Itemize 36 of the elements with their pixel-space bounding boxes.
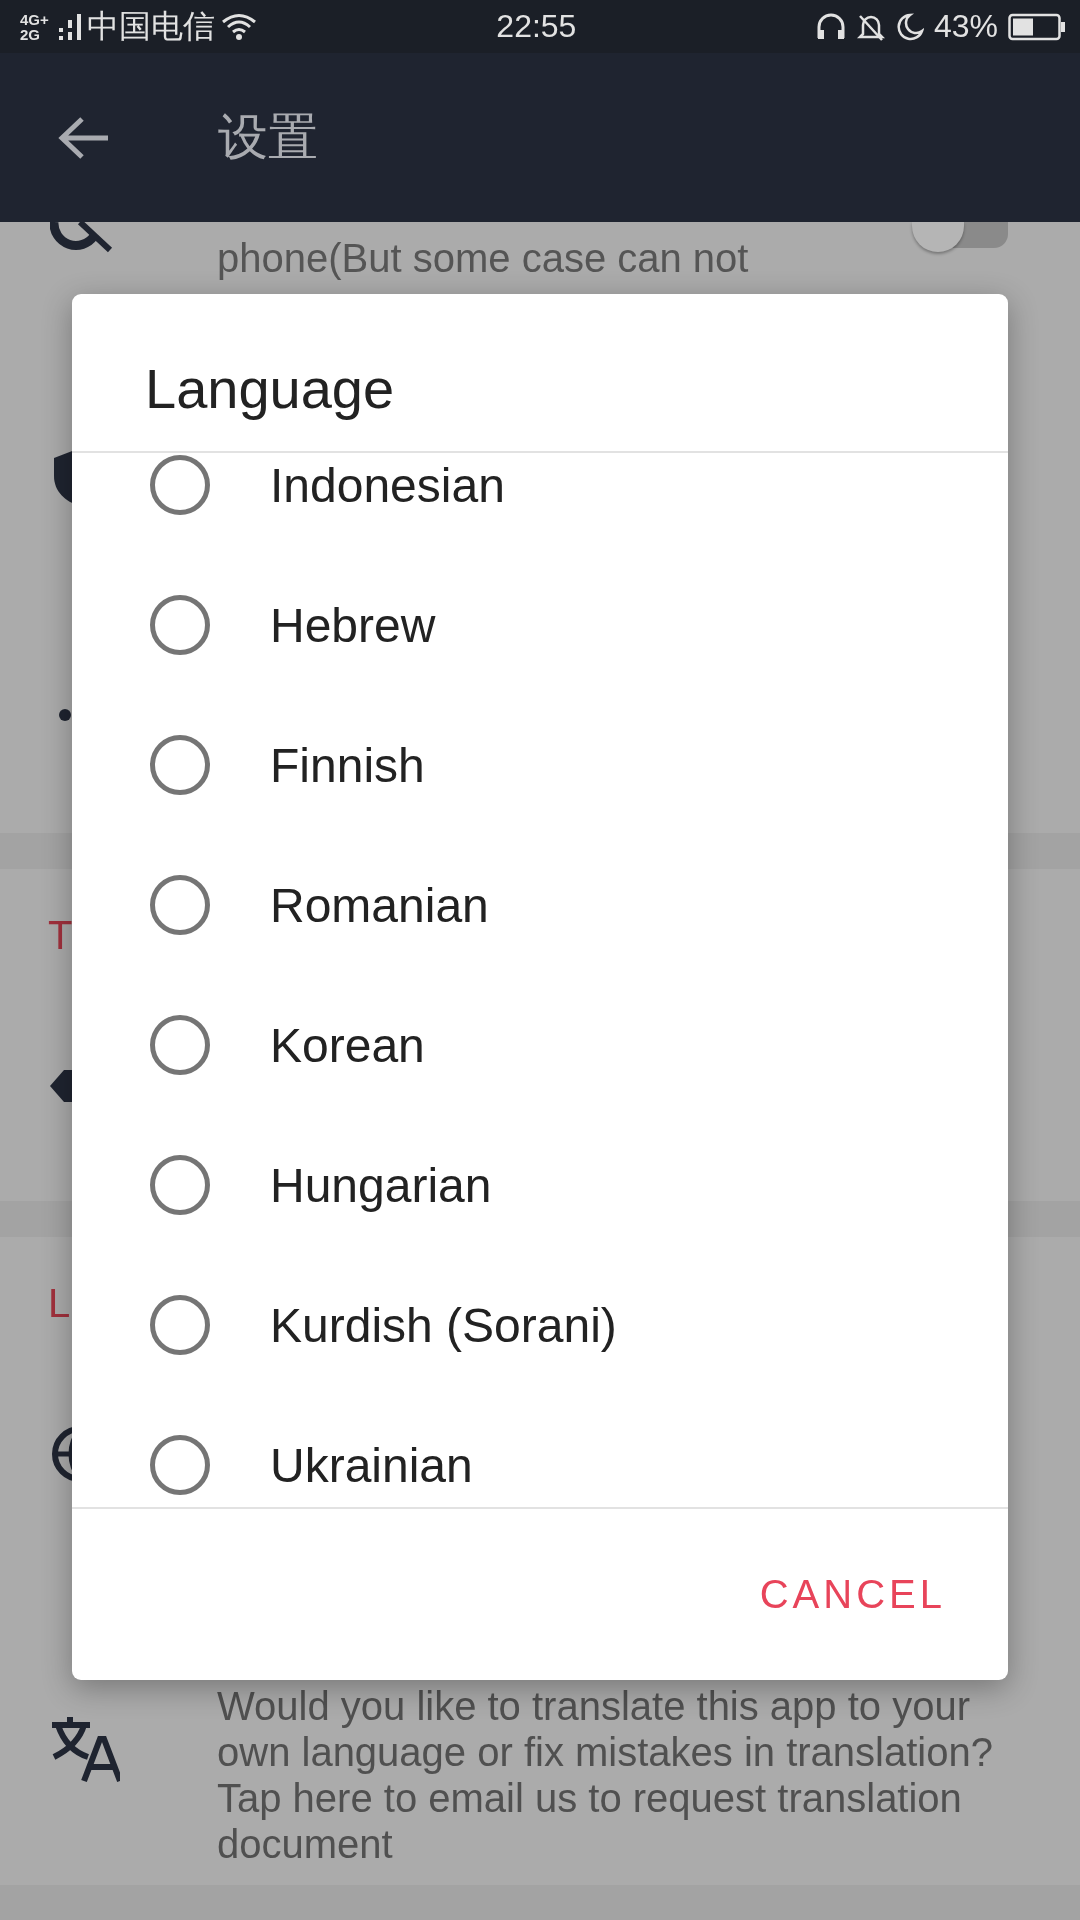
translation-description[interactable]: Would you like to translate this app to your own language or fix mistakes in translation? Tap here to email us to request translation document [217, 1683, 1017, 1867]
network-type: 4G+ [20, 11, 49, 27]
moon-icon [895, 11, 924, 42]
language-option[interactable]: Hungarian [72, 1115, 1008, 1255]
language-option[interactable]: Finnish [72, 695, 1008, 835]
radio-button[interactable] [150, 595, 210, 655]
language-option[interactable]: Korean [72, 975, 1008, 1115]
radio-button[interactable] [150, 1295, 210, 1355]
headphones-icon [815, 11, 846, 42]
network-type: 2G [20, 26, 41, 42]
dialog-title: Language [72, 294, 1008, 453]
bullet-dot [59, 709, 71, 721]
language-option[interactable]: Romanian [72, 835, 1008, 975]
signal-icon [58, 11, 81, 42]
radio-button[interactable] [150, 735, 210, 795]
section-header: T [48, 912, 73, 958]
radio-button[interactable] [150, 1155, 210, 1215]
language-option[interactable]: Indonesian [72, 453, 1008, 555]
back-arrow-icon[interactable] [58, 115, 110, 160]
screen-title: 设置 [218, 107, 318, 168]
language-option[interactable]: Ukrainian [72, 1395, 1008, 1507]
radio-button[interactable] [150, 455, 210, 515]
radio-button[interactable] [150, 1435, 210, 1495]
wifi-icon [220, 11, 257, 42]
translate-icon [50, 1715, 120, 1783]
cancel-button[interactable]: CANCEL [743, 1558, 962, 1631]
setting-description: phone(But some case can not [217, 236, 749, 281]
battery-icon [1008, 12, 1066, 41]
battery-percent: 43% [933, 8, 998, 45]
section-header: L [48, 1280, 71, 1326]
radio-button[interactable] [150, 875, 210, 935]
language-option[interactable]: Kurdish (Sorani) [72, 1255, 1008, 1395]
language-option[interactable]: Hebrew [72, 555, 1008, 695]
clock: 22:55 [495, 8, 578, 45]
radio-button[interactable] [150, 1015, 210, 1075]
carrier-name: 中国电信 [86, 6, 215, 46]
